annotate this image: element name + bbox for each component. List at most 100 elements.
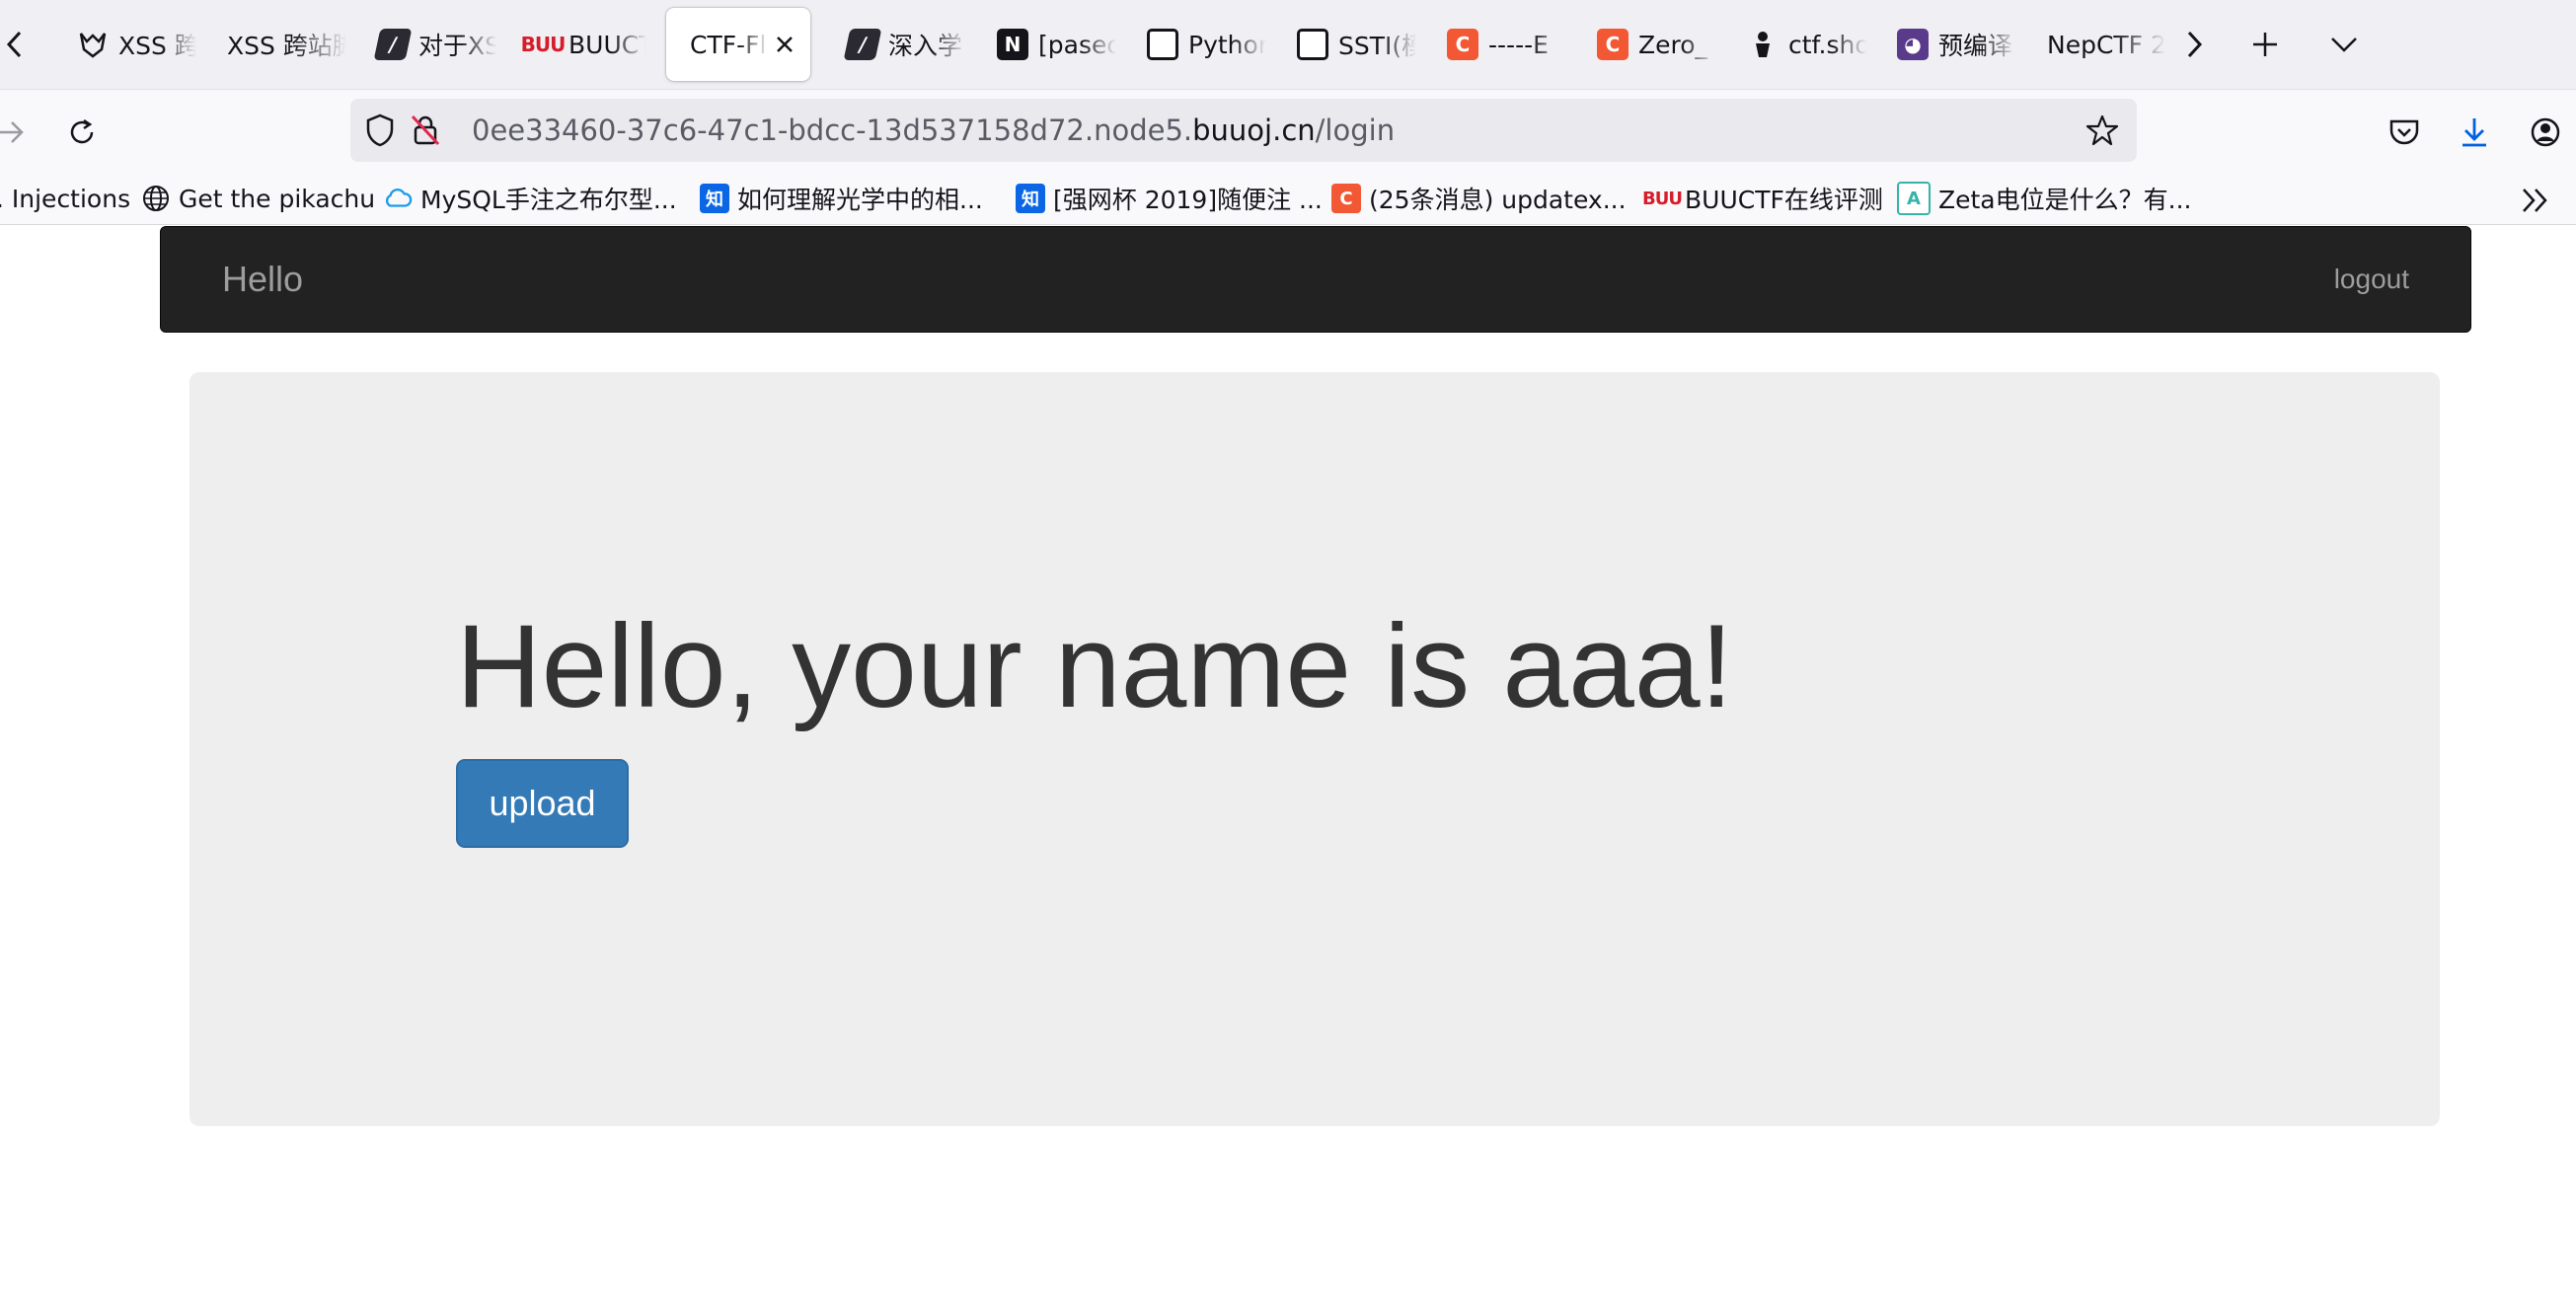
upload-button[interactable]: upload xyxy=(456,759,629,848)
panda-icon xyxy=(1147,29,1178,60)
bookmark-item[interactable]: BUU BUUCTF在线评测 xyxy=(1642,181,1883,216)
bookmark-label: . Injections xyxy=(0,184,131,213)
tab-title: BUUCTF xyxy=(568,30,646,59)
bookmark-item[interactable]: . Injections xyxy=(0,181,130,216)
bookmark-label: Get the pikachu xyxy=(179,184,376,213)
tab[interactable]: Python xyxy=(1123,8,1266,81)
tab-title: Python xyxy=(1188,30,1266,59)
tab-title: Zero_ xyxy=(1638,30,1708,59)
tab-title: NepCTF 2 xyxy=(2047,30,2166,59)
chevron-right-icon xyxy=(2187,31,2203,58)
wolf-icon xyxy=(77,29,109,60)
buuctf-icon: BUU xyxy=(1642,188,1683,209)
site-navbar: Hello logout xyxy=(160,226,2471,333)
bookmark-item[interactable]: 知 如何理解光学中的相... xyxy=(700,181,983,216)
tab-title: XSS 跨 xyxy=(118,32,196,60)
anime-icon: ◕ xyxy=(1897,29,1929,60)
tab[interactable]: XSS 跨 xyxy=(53,8,196,81)
pocket-icon xyxy=(2389,119,2419,145)
zeta-icon: A xyxy=(1897,182,1931,215)
zhihu-icon: 知 xyxy=(1016,184,1045,213)
tab-scroll-right-button[interactable] xyxy=(2171,22,2217,67)
tab[interactable]: C Zero_ xyxy=(1573,8,1716,81)
csdn-icon: C xyxy=(1447,29,1478,60)
greeting-heading: Hello, your name is aaa! xyxy=(456,600,1733,732)
url-subdomain: 0ee33460-37c6-47c1-bdcc-13d537158d72.nod… xyxy=(472,114,1193,147)
tab[interactable]: / 对于XSS xyxy=(353,8,496,81)
bookmark-label: 如何理解光学中的相... xyxy=(737,186,983,214)
bookmark-item[interactable]: A Zeta电位是什么？有... xyxy=(1897,181,2191,216)
bookmarks-toolbar: . Injections Get the pikachu MySQL手注之布尔型… xyxy=(0,175,2576,225)
downloads-button[interactable] xyxy=(2452,110,2497,155)
forward-button[interactable] xyxy=(0,110,34,155)
bookmark-item[interactable]: Get the pikachu xyxy=(141,181,375,216)
bookmark-label: (25条消息) updatex... xyxy=(1369,186,1627,214)
slash-icon: / xyxy=(373,29,413,60)
tab-title: 深入学 xyxy=(888,32,963,60)
tab[interactable]: BUU BUUCTF xyxy=(503,8,646,81)
account-icon xyxy=(2531,117,2560,147)
bookmark-label: BUUCTF在线评测 xyxy=(1685,186,1883,214)
tab[interactable]: SSTI(模 xyxy=(1273,8,1416,81)
chevron-left-icon xyxy=(6,31,22,58)
bookmark-label: [强网杯 2019]随便注 ... xyxy=(1053,186,1323,214)
tab[interactable]: ctf.sho xyxy=(1723,8,1866,81)
url-host: buuoj.cn xyxy=(1192,114,1316,147)
insecure-lock-icon[interactable] xyxy=(408,113,443,148)
tab[interactable]: NepCTF 2 xyxy=(2023,8,2166,81)
chevron-down-icon xyxy=(2331,38,2357,52)
jumbotron: Hello, your name is aaa! upload xyxy=(189,372,2440,1126)
tab-title: XSS 跨站脚 xyxy=(227,32,346,60)
url-text[interactable]: 0ee33460-37c6-47c1-bdcc-13d537158d72.nod… xyxy=(472,112,1395,149)
bookmark-star-icon[interactable] xyxy=(2084,113,2120,148)
slash-icon: / xyxy=(843,29,882,60)
buuctf-icon: BUU xyxy=(520,33,567,56)
navigation-toolbar: 0ee33460-37c6-47c1-bdcc-13d537158d72.nod… xyxy=(0,90,2576,175)
tab[interactable]: / 深入学 xyxy=(823,8,966,81)
tab-title: -----E xyxy=(1488,30,1549,59)
new-tab-button[interactable] xyxy=(2242,22,2288,67)
zhihu-icon: 知 xyxy=(700,184,729,213)
bookmark-item[interactable]: MySQL手注之布尔型... xyxy=(383,181,677,216)
globe-icon xyxy=(141,184,171,213)
tab-title: CTF-Flask xyxy=(690,30,769,59)
navbar-brand-link[interactable]: Hello xyxy=(222,255,303,304)
bookmark-item[interactable]: 知 [强网杯 2019]随便注 ... xyxy=(1016,181,1323,216)
pocket-button[interactable] xyxy=(2382,110,2427,155)
ninja-icon xyxy=(1747,29,1779,60)
tab-title: SSTI(模 xyxy=(1338,32,1416,60)
tab-strip: XSS 跨 XSS 跨站脚 / 对于XSS BUU BUUCTF CTF-Fla… xyxy=(0,0,2576,90)
csdn-icon: C xyxy=(1331,184,1361,213)
list-all-tabs-button[interactable] xyxy=(2321,22,2367,67)
bookmark-label: Zeta电位是什么？有... xyxy=(1938,186,2192,214)
logout-link[interactable]: logout xyxy=(2334,260,2409,299)
arrow-right-icon xyxy=(0,121,24,143)
plus-icon xyxy=(2253,33,2277,56)
bookmark-label: MySQL手注之布尔型... xyxy=(420,186,677,214)
tab-active[interactable]: CTF-Flask xyxy=(666,8,810,81)
tab-title: 预编译 xyxy=(1938,32,2013,60)
url-path: /login xyxy=(1315,114,1396,147)
tab[interactable]: C -----E xyxy=(1423,8,1566,81)
close-tab-icon[interactable] xyxy=(769,29,800,60)
tab[interactable]: XSS 跨站脚 xyxy=(203,8,346,81)
nodejs-icon: N xyxy=(997,29,1028,60)
reload-icon xyxy=(70,118,94,144)
tab-title: [paseo xyxy=(1038,30,1116,59)
bookmarks-overflow-button[interactable] xyxy=(2521,183,2550,218)
reload-button[interactable] xyxy=(59,110,105,155)
csdn-icon: C xyxy=(1597,29,1629,60)
url-bar[interactable]: 0ee33460-37c6-47c1-bdcc-13d537158d72.nod… xyxy=(350,99,2137,162)
cloud-icon xyxy=(383,184,413,213)
bookmark-item[interactable]: C (25条消息) updatex... xyxy=(1331,181,1627,216)
download-icon xyxy=(2462,118,2486,147)
shield-icon[interactable] xyxy=(362,113,398,148)
panda-icon xyxy=(1297,29,1328,60)
tab[interactable]: ◕ 预编译 xyxy=(1873,8,2016,81)
tab-title: ctf.sho xyxy=(1788,30,1866,59)
tab-title: 对于XSS xyxy=(418,32,496,60)
double-chevron-right-icon xyxy=(2523,189,2547,212)
account-button[interactable] xyxy=(2523,110,2568,155)
tab[interactable]: N [paseo xyxy=(973,8,1116,81)
tab-scroll-left-button[interactable] xyxy=(0,22,30,67)
